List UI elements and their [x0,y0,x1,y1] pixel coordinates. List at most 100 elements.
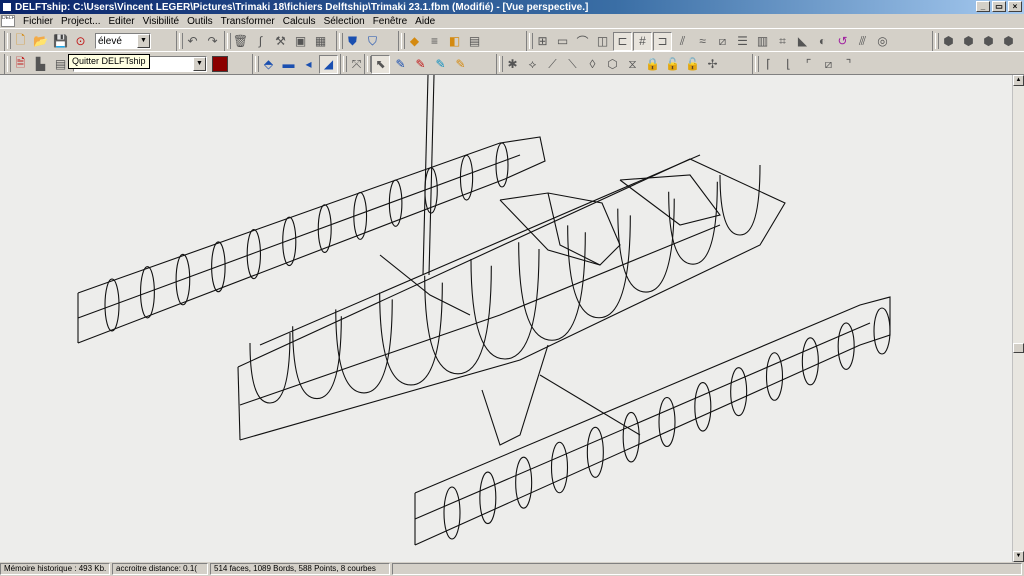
hydro-button[interactable]: ≡ [425,32,444,51]
save-disk-icon: 💾 [53,34,68,48]
shading-1-button[interactable]: ⬢ [939,32,958,51]
interior-button[interactable]: ⊏ [613,31,632,51]
curve-5-button[interactable]: ⌝ [839,55,858,74]
menu-outils[interactable]: Outils [183,15,217,28]
exit-button[interactable]: ⊙ [71,32,90,51]
select-box-icon: ▣ [294,34,307,48]
calc-button[interactable]: ▤ [465,32,484,51]
extrude-button[interactable]: ⬡ [603,55,622,74]
unlock-button[interactable]: 🔓 [663,55,682,74]
open-file-button[interactable]: 📂 [31,32,50,51]
curve-1-button[interactable]: ⌈ [759,55,778,74]
curve-4-button[interactable]: ⧄ [819,55,838,74]
view-profile-button[interactable]: ▬ [279,55,298,74]
flowlines-button[interactable]: ☰ [733,32,752,51]
curve-button[interactable]: ∫ [251,32,270,51]
delete-button[interactable]: 🗑 [231,32,250,51]
select-all-button[interactable]: ⬉ [371,54,390,74]
control-net-icon: ⌗ [779,33,786,48]
new-face-button[interactable]: ◊ [583,55,602,74]
vertical-scrollbar[interactable]: ▲ ▼ [1012,75,1024,562]
menu-project[interactable]: Project... [57,15,104,28]
save-button[interactable]: 💾 [51,32,70,51]
split-edge-icon: ⟍ [568,56,577,71]
precision-combo[interactable]: élevé ▼ [95,33,151,49]
select-blue-button[interactable]: ✎ [391,55,410,74]
maximize-button[interactable]: ▭ [992,1,1006,12]
select-box-button[interactable]: ▣ [291,32,310,51]
curvature-plot-button[interactable]: ↺ [833,32,852,51]
markers-button[interactable]: ▥ [753,32,772,51]
scroll-down-arrow-icon[interactable]: ▼ [1013,551,1024,562]
diagonals-button[interactable]: ⧄ [713,32,732,51]
box-button[interactable]: ▭ [553,32,572,51]
grid-toggle-button[interactable]: # [633,31,652,51]
collapse-button[interactable]: ⟡ [523,55,542,74]
app-icon[interactable] [2,2,12,12]
layer-properties-button[interactable]: 🗎 [11,55,30,74]
zebra-button[interactable]: ◐ [813,32,832,51]
perspective-viewport[interactable] [0,75,1012,562]
menu-fichier[interactable]: Fichier [19,15,57,28]
select-cyan-button[interactable]: ✎ [431,55,450,74]
select-yellow-button[interactable]: ✎ [451,55,470,74]
close-button[interactable]: × [1008,1,1022,12]
layer-shade-button[interactable]: ⛊ [343,32,362,51]
shading-3-button[interactable]: ⬢ [979,32,998,51]
mirror-button[interactable]: ◫ [593,32,612,51]
minimize-button[interactable]: _ [976,1,990,12]
grid-button[interactable]: ▦ [311,32,330,51]
curvature-button[interactable]: ⌒ [573,32,592,51]
hydrostatic-lines-button[interactable]: ⫻ [853,32,872,51]
view-plan-button[interactable]: ◂ [299,55,318,74]
menu-visibilite[interactable]: Visibilité [139,15,184,28]
pencil-red-icon: ✎ [415,57,426,71]
layer-color-swatch[interactable] [212,56,228,72]
scroll-thumb[interactable] [1013,343,1024,353]
redo-button[interactable]: ↷ [203,32,222,51]
curve-3-button[interactable]: ⌜ [799,55,818,74]
view-body-button[interactable]: ⬘ [259,55,278,74]
new-point-button[interactable]: ✱ [503,55,522,74]
left-float [77,136,546,344]
menu-selection[interactable]: Sélection [320,15,369,28]
menu-transformer[interactable]: Transformer [217,15,279,28]
layer-shade-2-button[interactable]: ⛉ [363,32,382,51]
layer-button[interactable]: ▙ [31,55,50,74]
hull-view-button[interactable]: ◆ [405,32,424,51]
hull-icon: ◆ [409,34,420,48]
chevron-down-icon[interactable]: ▼ [137,34,150,48]
shading-2-button[interactable]: ⬢ [959,32,978,51]
split-edge-button[interactable]: ⟍ [563,55,582,74]
undo-button[interactable]: ↶ [183,32,202,51]
section-lines-button[interactable]: ◎ [873,32,892,51]
unlock-all-button[interactable]: 🔓 [683,55,702,74]
right-float-section [873,307,891,355]
lock-button[interactable]: 🔒 [643,55,662,74]
waterlines-button[interactable]: ≈ [693,32,712,51]
tools-button[interactable]: ⚒ [271,32,290,51]
align-button[interactable]: ✢ [703,55,722,74]
shading-4-button[interactable]: ⬢ [999,32,1018,51]
menu-aide[interactable]: Aide [411,15,439,28]
layers-button[interactable]: ◧ [445,32,464,51]
view-perspective-button[interactable]: ◢ [319,54,338,74]
diagonals-icon: ⧄ [718,33,727,48]
curve-2-button[interactable]: ⌊ [779,55,798,74]
scroll-up-arrow-icon[interactable]: ▲ [1013,75,1024,86]
plan-view-icon: ◂ [305,57,312,71]
flip-button[interactable]: ⧖ [623,55,642,74]
chevron-down-icon[interactable]: ▼ [193,57,206,71]
menu-fenetre[interactable]: Fenêtre [369,15,411,28]
shield-icon: ⛊ [347,33,357,48]
stations-button[interactable]: ⊐ [653,31,672,51]
buttocks-button[interactable]: ⫽ [673,32,692,51]
control-net-button[interactable]: ⌗ [773,32,792,51]
select-red-button[interactable]: ✎ [411,55,430,74]
insert-edge-button[interactable]: ⟋ [543,55,562,74]
new-file-button[interactable]: 🗋 [11,32,30,51]
mesh-button[interactable]: ⊞ [533,32,552,51]
menu-editer[interactable]: Editer [104,15,138,28]
menu-calculs[interactable]: Calculs [279,15,320,28]
shade-button[interactable]: ◣ [793,32,812,51]
